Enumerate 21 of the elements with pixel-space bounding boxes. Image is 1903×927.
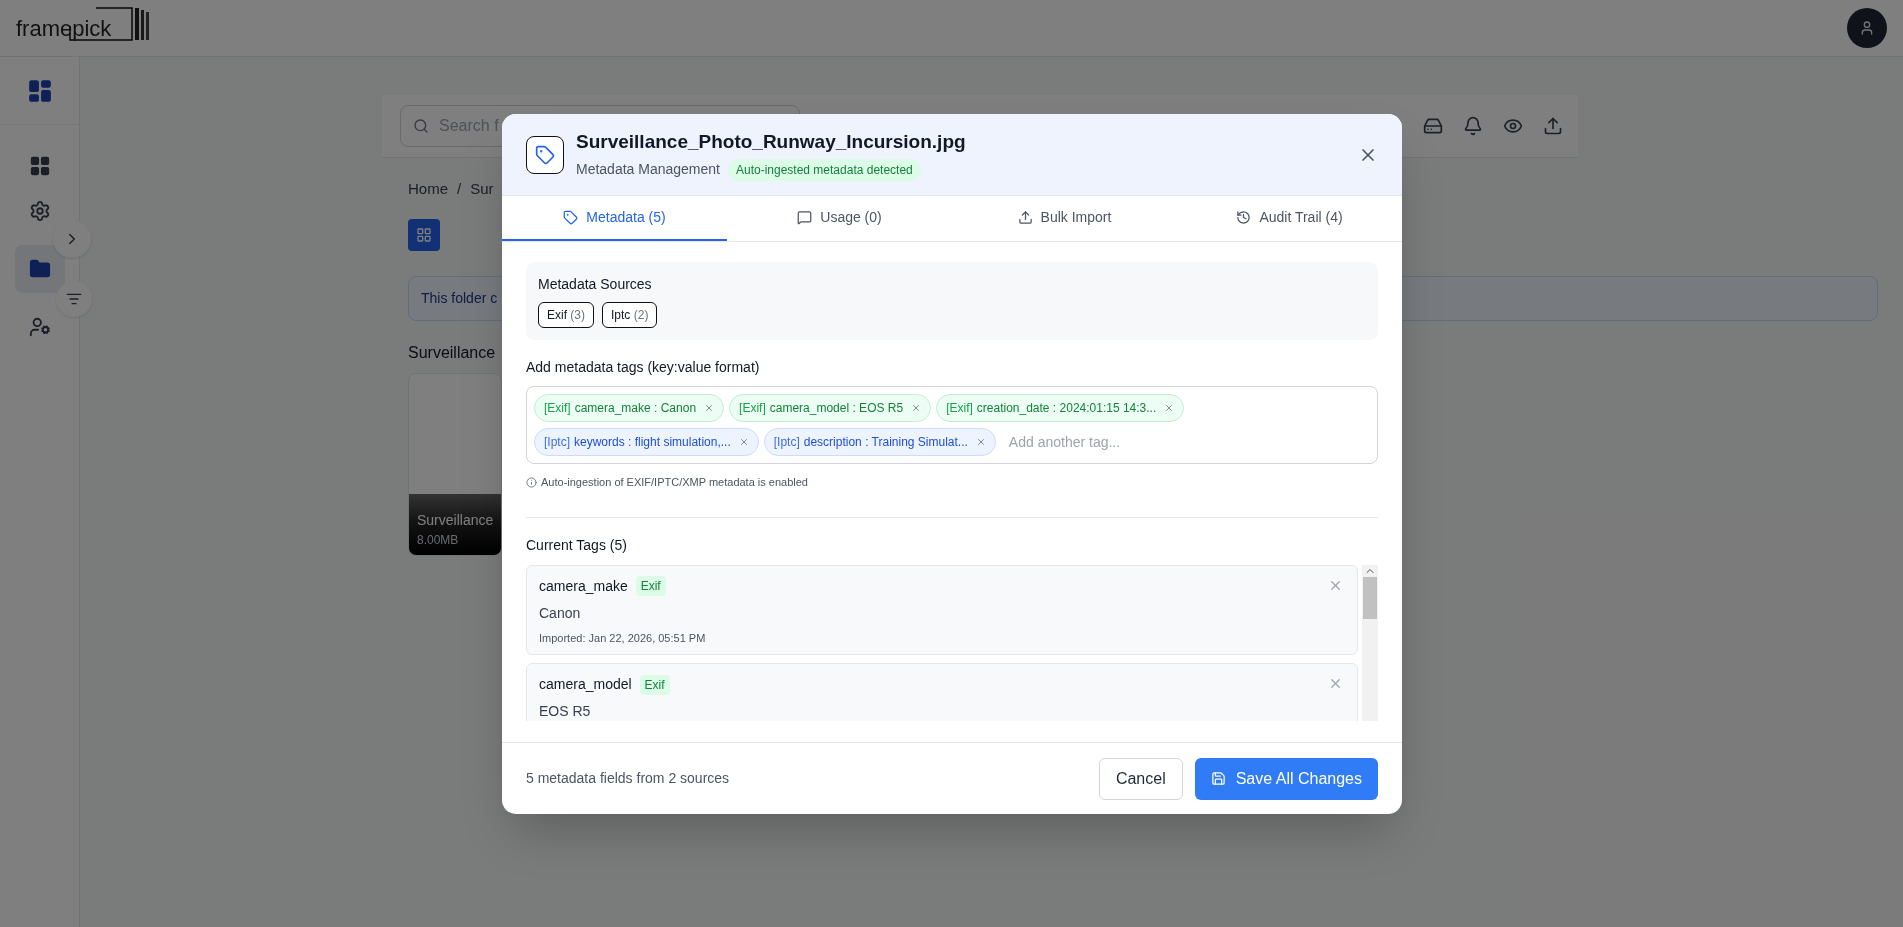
dialog-title: Surveillance_Photo_Runway_Incursion.jpg [576, 130, 966, 155]
logo-text: framepick [16, 14, 112, 43]
current-tags-title: Current Tags (5) [526, 535, 628, 555]
import-date: Imported: Jan 22, 2026, 05:51 PM [539, 630, 707, 646]
source-badge: Exif [635, 576, 666, 596]
tag-input-label: Add metadata tags (key:value format) [526, 358, 761, 377]
dialog-subtitle: Metadata Management [576, 160, 720, 180]
source-badge: Exif [639, 674, 670, 695]
sources-title: Metadata Sources [538, 275, 653, 294]
source-badge: Exif (3) [538, 302, 595, 328]
file-title: Surveillance [408, 342, 497, 363]
source-badge: Iptc (2) [602, 302, 658, 328]
tag-value: EOS R5 [539, 702, 592, 721]
summary-text: 5 metadata fields from 2 sources [526, 769, 731, 788]
hint-text: Auto-ingestion of EXIF/IPTC/XMP metadata is enabled [541, 475, 808, 490]
tag-key: camera_model [539, 674, 632, 695]
file-size: 8.00MB [417, 531, 460, 549]
status-badge: Auto-ingested metadata detected [728, 158, 921, 181]
file-name: Surveillance [417, 510, 493, 530]
tag-key: camera_make [539, 575, 628, 597]
tag-value: Canon [539, 603, 582, 623]
